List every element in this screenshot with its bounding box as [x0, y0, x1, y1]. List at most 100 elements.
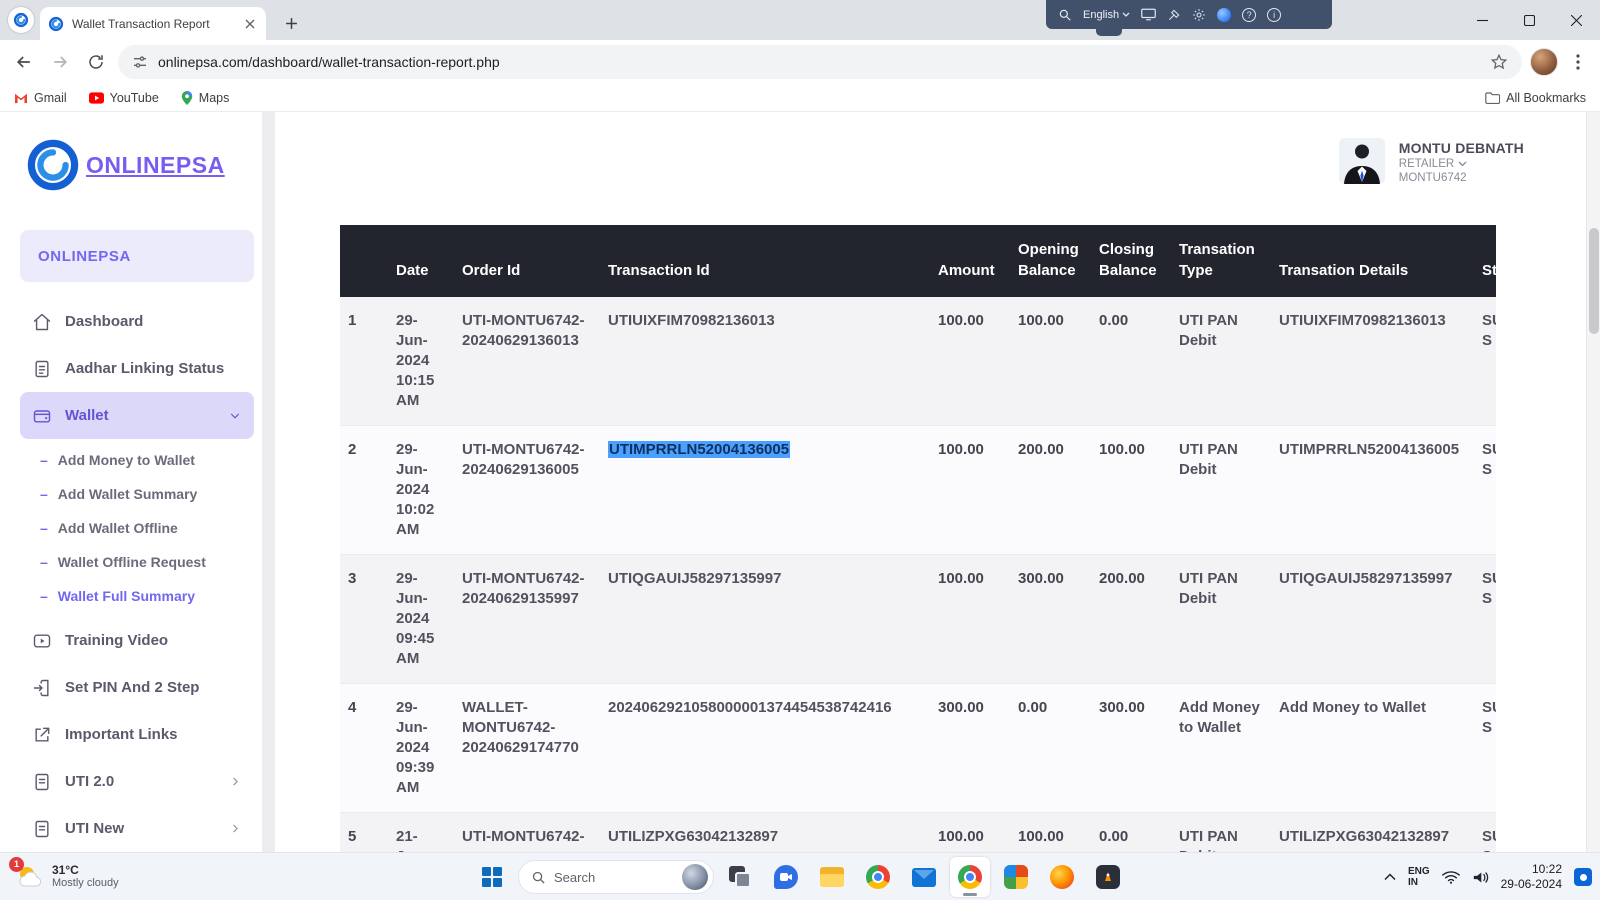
submenu-wallet-full-summary[interactable]: Wallet Full Summary [26, 579, 254, 613]
window-maximize-button[interactable] [1506, 0, 1553, 40]
submenu-add-wallet-summary[interactable]: Add Wallet Summary [26, 477, 254, 511]
page-scrollbar[interactable] [1586, 112, 1600, 852]
tab-close-icon[interactable] [242, 16, 258, 32]
search-highlight-image[interactable] [682, 864, 708, 890]
bookmark-youtube[interactable]: YouTube [89, 91, 159, 105]
cell-transation-details: UTIUIXFIM70982136013 [1271, 297, 1474, 426]
submenu-add-wallet-offline[interactable]: Add Wallet Offline [26, 511, 254, 545]
chrome-icon[interactable] [858, 857, 898, 897]
sidebar-section-label[interactable]: ONLINEPSA [20, 230, 254, 282]
cell-amount: 100.00 [930, 426, 1010, 555]
cell-order-id: UTI-MONTU6742- [454, 813, 600, 853]
browser-menu-icon[interactable] [1566, 48, 1590, 76]
new-tab-button[interactable] [278, 10, 304, 36]
sidebar-item-set-pin[interactable]: Set PIN And 2 Step [20, 664, 254, 711]
url-field[interactable]: onlinepsa.com/dashboard/wallet-transacti… [118, 45, 1522, 79]
submenu-wallet-offline-request[interactable]: Wallet Offline Request [26, 545, 254, 579]
language-label: English [1083, 9, 1119, 21]
cell-transation-type: UTI PAN Debit [1171, 426, 1271, 555]
sidebar-item-uti-20[interactable]: UTI 2.0 [20, 758, 254, 805]
mail-icon[interactable] [904, 857, 944, 897]
cell-status: SUCCESS [1474, 684, 1496, 813]
sidebar-item-label: UTI New [65, 820, 216, 837]
back-button[interactable] [10, 48, 38, 76]
brand-logo[interactable]: ONLINEPSA [26, 138, 225, 192]
forward-button[interactable] [46, 48, 74, 76]
chrome-active-icon[interactable] [950, 857, 990, 897]
photos-app-icon[interactable] [996, 857, 1036, 897]
language-indicator[interactable]: ENG IN [1408, 866, 1430, 888]
all-bookmarks-button[interactable]: All Bookmarks [1485, 91, 1586, 105]
teams-chat-icon[interactable] [766, 857, 806, 897]
weather-condition: Mostly cloudy [52, 877, 119, 890]
pick-search-icon[interactable] [1058, 8, 1072, 22]
floating-widget-icon[interactable] [8, 7, 34, 33]
header-date: Date [388, 225, 454, 297]
window-controls [1459, 0, 1600, 40]
bookmark-gmail[interactable]: Gmail [14, 91, 67, 105]
cell-transaction-id: UTILIZPXG63042132897 [600, 813, 930, 853]
taskbar-search-box[interactable]: Search [518, 860, 714, 894]
table-row: 2 29-Jun-2024 10:02 AM UTI-MONTU6742-202… [340, 426, 1496, 555]
browser-tab[interactable]: Wallet Transaction Report [40, 7, 266, 40]
window-minimize-button[interactable] [1459, 0, 1506, 40]
search-placeholder: Search [554, 870, 674, 885]
weather-widget[interactable]: 1 31°C Mostly cloudy [10, 858, 125, 896]
screen: Wallet Transaction Report English ? i [0, 0, 1600, 900]
wallet-submenu: Add Money to Wallet Add Wallet Summary A… [20, 439, 254, 617]
user-avatar[interactable] [1339, 138, 1385, 184]
assistant-sphere-icon[interactable] [1217, 8, 1231, 22]
page-scrollbar-thumb[interactable] [1589, 228, 1599, 334]
taskbar-clock[interactable]: 10:22 29-06-2024 [1501, 862, 1562, 892]
task-view-button[interactable] [720, 857, 760, 897]
header-closing-balance: Closing Balance [1091, 225, 1171, 297]
cell-status: SUCCESS [1474, 297, 1496, 426]
sidebar-scrollbar[interactable] [262, 112, 275, 852]
sidebar-item-dashboard[interactable]: Dashboard [20, 298, 254, 345]
monitor-icon[interactable] [1141, 8, 1156, 21]
brand-name[interactable]: ONLINEPSA [86, 152, 225, 179]
sidebar-item-label: Aadhar Linking Status [65, 360, 242, 377]
window-close-button[interactable] [1553, 0, 1600, 40]
browser-profile-avatar[interactable] [1530, 48, 1558, 76]
media-player-icon[interactable] [1088, 857, 1128, 897]
tray-chevron-up-icon[interactable] [1384, 873, 1396, 881]
sidebar-menu: Dashboard Aadhar Linking Status Wallet A… [20, 298, 254, 852]
site-settings-icon[interactable] [132, 54, 148, 70]
table-row: 3 29-Jun-2024 09:45 AM UTI-MONTU6742-202… [340, 555, 1496, 684]
firefox-icon[interactable] [1042, 857, 1082, 897]
user-box[interactable]: MONTU DEBNATH RETAILER MONTU6742 [1339, 138, 1524, 184]
info-icon[interactable]: i [1267, 8, 1281, 22]
cell-order-id: UTI-MONTU6742-20240629135997 [454, 555, 600, 684]
sidebar-item-uti-new[interactable]: UTI New [20, 805, 254, 852]
all-bookmarks-label: All Bookmarks [1506, 91, 1586, 105]
bookmark-maps[interactable]: Maps [181, 91, 230, 105]
submenu-add-money-to-wallet[interactable]: Add Money to Wallet [26, 443, 254, 477]
sidebar-item-important-links[interactable]: Important Links [20, 711, 254, 758]
notification-bell-badge[interactable] [1574, 868, 1592, 886]
chevron-down-icon [1458, 161, 1467, 167]
wifi-icon[interactable] [1442, 870, 1460, 884]
language-bottom: IN [1408, 877, 1430, 888]
url-text[interactable]: onlinepsa.com/dashboard/wallet-transacti… [158, 54, 1480, 70]
volume-icon[interactable] [1472, 870, 1489, 885]
weather-temp: 31°C [52, 864, 119, 877]
cell-date: 29-Jun-2024 09:45 AM [388, 555, 454, 684]
sidebar-item-training-video[interactable]: Training Video [20, 617, 254, 664]
cell-amount: 100.00 [930, 813, 1010, 853]
cell-transation-type: Add Money to Wallet [1171, 684, 1271, 813]
help-icon[interactable]: ? [1242, 8, 1256, 22]
sidebar-item-label: Important Links [65, 726, 242, 743]
settings-gear-icon[interactable] [1192, 8, 1206, 22]
file-explorer-icon[interactable] [812, 857, 852, 897]
sidebar-item-wallet[interactable]: Wallet [20, 392, 254, 439]
reload-button[interactable] [82, 48, 110, 76]
cell-transation-details: UTIQGAUIJ58297135997 [1271, 555, 1474, 684]
tool-icon[interactable] [1167, 8, 1181, 22]
page-viewport: ONLINEPSA ONLINEPSA Dashboard Aadhar Lin… [0, 112, 1600, 852]
start-button[interactable] [472, 857, 512, 897]
user-role-dropdown[interactable]: RETAILER [1399, 158, 1524, 170]
bookmark-star-icon[interactable] [1490, 53, 1508, 71]
language-selector[interactable]: English [1083, 9, 1130, 21]
sidebar-item-aadhar-linking-status[interactable]: Aadhar Linking Status [20, 345, 254, 392]
